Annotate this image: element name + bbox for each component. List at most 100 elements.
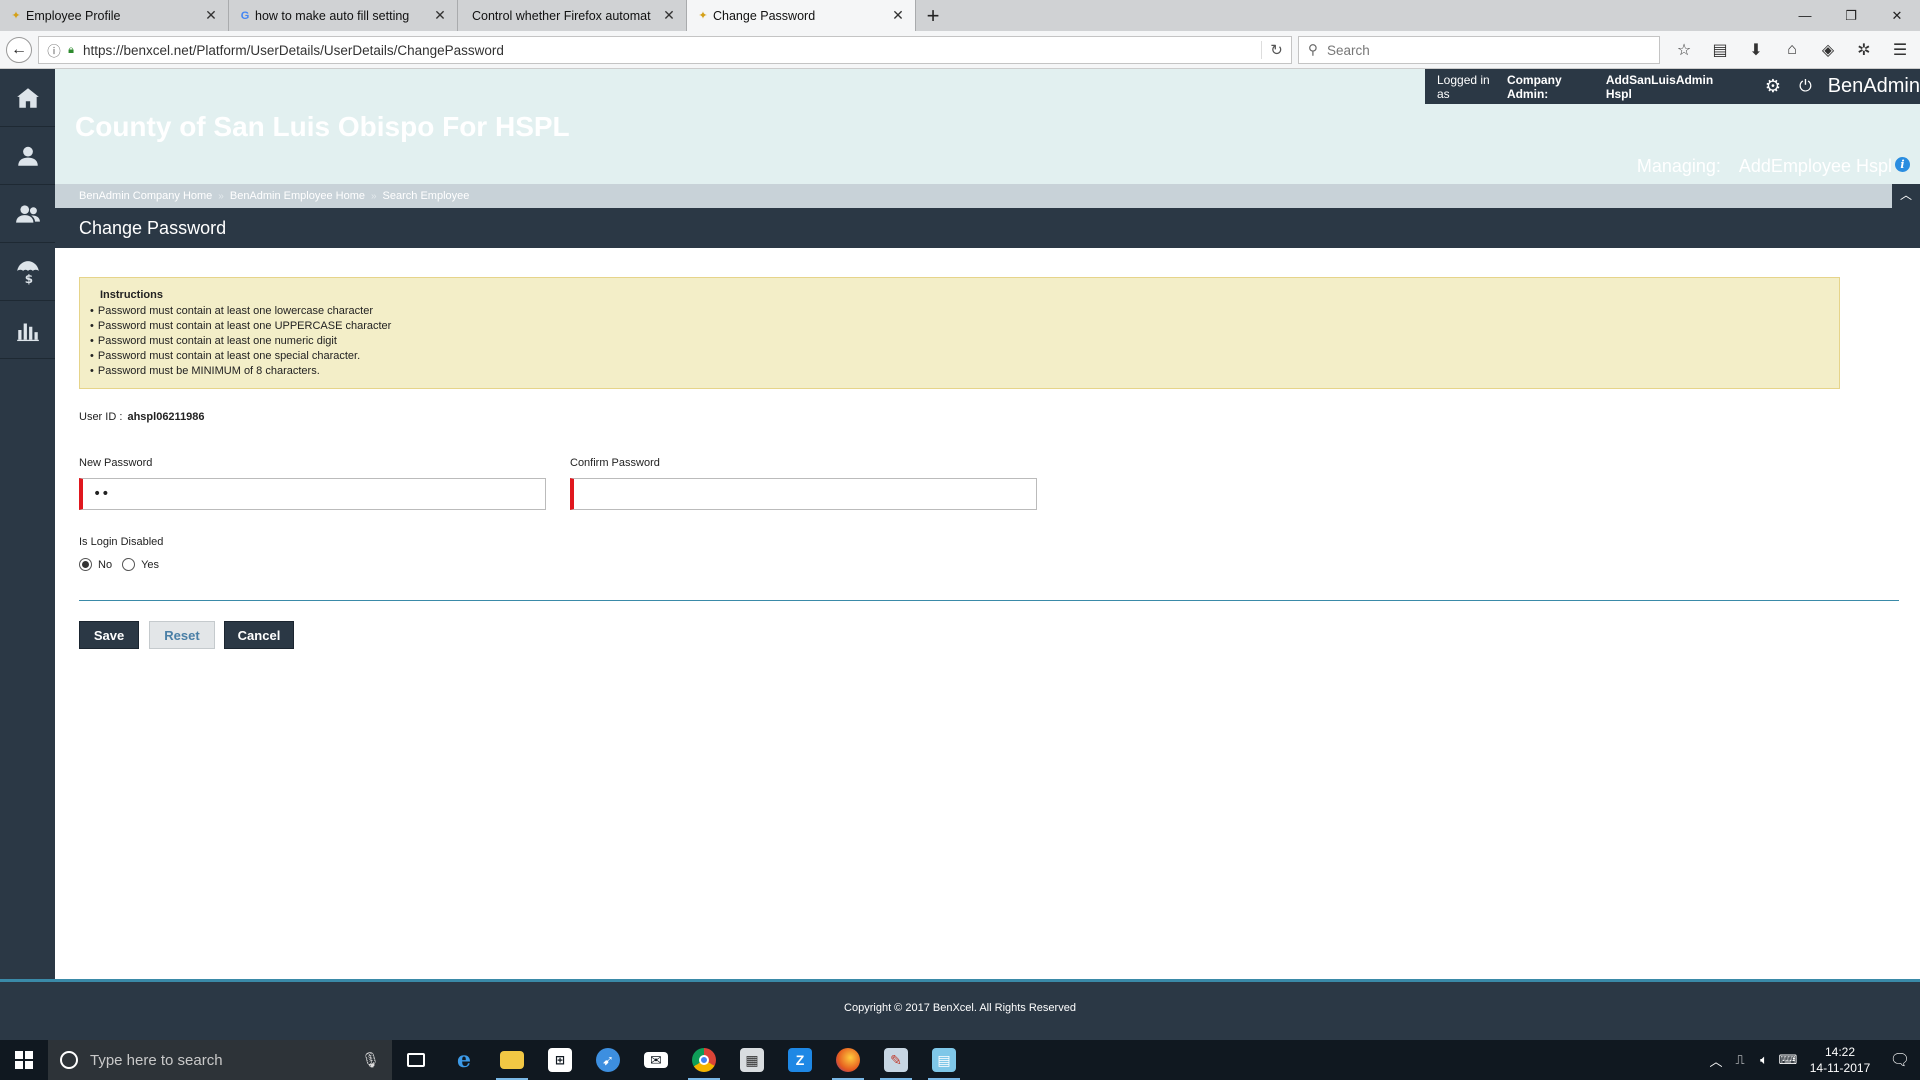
minimize-icon[interactable]: ― xyxy=(1782,0,1828,31)
chevron-up-icon[interactable]: ︿ xyxy=(1892,184,1920,208)
confirm-password-label: Confirm Password xyxy=(570,457,660,469)
user-id-row: User ID : ahspl06211986 xyxy=(79,411,205,423)
new-password-field[interactable]: •• xyxy=(79,478,546,510)
paint-icon[interactable]: ✎ xyxy=(872,1040,920,1080)
edge-icon[interactable]: e xyxy=(440,1040,488,1080)
reload-icon[interactable]: ↻ xyxy=(1261,41,1291,59)
managing-value[interactable]: AddEmployee Hspl xyxy=(1739,156,1892,177)
sidebar-item-employee[interactable] xyxy=(0,127,55,185)
restore-icon[interactable]: ❐ xyxy=(1828,0,1874,31)
system-tray: ︿ ⎍ 🔈︎ ⌨ 14:22 14-11-2017 🗨︎ xyxy=(1704,1040,1920,1080)
taskbar-search[interactable]: Type here to search 🎙︎ xyxy=(48,1040,392,1080)
managing-info: Managing: AddEmployee Hspl xyxy=(1637,156,1892,177)
sidebar-item-reports[interactable] xyxy=(0,301,55,359)
cancel-button[interactable]: Cancel xyxy=(224,621,294,649)
bookmark-star-icon[interactable]: ☆ xyxy=(1666,38,1702,62)
radio-no[interactable] xyxy=(79,558,92,571)
microphone-icon[interactable]: 🎙︎ xyxy=(361,1051,380,1069)
chevron-up-icon[interactable]: ︿ xyxy=(1704,1051,1728,1070)
bar-chart-icon xyxy=(16,323,39,341)
notifications-icon[interactable]: 🗨︎ xyxy=(1880,1050,1920,1070)
new-tab-button[interactable]: + xyxy=(916,0,950,31)
new-password-label: New Password xyxy=(79,457,153,469)
menu-hamburger-icon[interactable]: ☰ xyxy=(1882,38,1918,62)
instructions-title: Instructions xyxy=(100,289,163,301)
managing-label: Managing: xyxy=(1636,156,1721,176)
user-icon xyxy=(17,146,38,166)
save-button[interactable]: Save xyxy=(79,621,139,649)
login-disabled-label: Is Login Disabled xyxy=(79,536,164,548)
documents-icon[interactable]: ▦ xyxy=(728,1040,776,1080)
home-icon[interactable]: ⌂ xyxy=(1774,38,1810,62)
user-id-value: ahspl06211986 xyxy=(127,411,205,423)
close-icon[interactable]: ✕ xyxy=(891,7,905,24)
breadcrumb: BenAdmin Company Home » BenAdmin Employe… xyxy=(55,184,1920,208)
search-icon: ⚲ xyxy=(1308,42,1318,57)
extension-icon[interactable]: ✲ xyxy=(1846,38,1882,62)
pocket-icon[interactable]: ◈ xyxy=(1810,38,1846,62)
back-button[interactable]: ← xyxy=(6,37,32,63)
user-id-label: User ID : xyxy=(79,411,123,423)
gear-icon[interactable]: ⚙ xyxy=(1765,76,1781,97)
umbrella-dollar-icon: $ xyxy=(16,260,39,285)
safari-compass-icon[interactable]: ➹ xyxy=(584,1040,632,1080)
breadcrumb-search-employee[interactable]: Search Employee xyxy=(383,190,470,202)
file-explorer-icon[interactable] xyxy=(488,1040,536,1080)
radio-yes-label[interactable]: Yes xyxy=(141,559,159,571)
download-icon[interactable]: ⬇ xyxy=(1738,38,1774,62)
info-icon[interactable]: i xyxy=(1895,157,1910,172)
tab-google-search[interactable]: G how to make auto fill setting ✕ xyxy=(229,0,458,31)
tab-change-password[interactable]: ✦ Change Password ✕ xyxy=(687,0,916,31)
instruction-item: Password must contain at least one UPPER… xyxy=(90,319,1839,334)
benxcel-favicon-icon: ✦ xyxy=(698,10,708,22)
google-favicon-icon: G xyxy=(240,10,250,22)
mail-icon[interactable]: ✉ xyxy=(632,1040,680,1080)
firefox-icon[interactable] xyxy=(824,1040,872,1080)
url-bar[interactable]: ⓘ 🔒︎ https://benxcel.net/Platform/UserDe… xyxy=(38,36,1292,64)
brand-name: BenAdmin xyxy=(1827,75,1920,97)
start-button[interactable] xyxy=(0,1040,48,1080)
close-icon[interactable]: ✕ xyxy=(204,7,218,24)
volume-icon[interactable]: 🔈︎ xyxy=(1752,1052,1776,1068)
store-icon[interactable]: ⊞ xyxy=(536,1040,584,1080)
network-icon[interactable]: ⎍ xyxy=(1728,1052,1752,1068)
sidebar-item-home[interactable] xyxy=(0,69,55,127)
close-icon[interactable]: ✕ xyxy=(662,7,676,24)
browser-nav-bar: ← ⓘ 🔒︎ https://benxcel.net/Platform/User… xyxy=(0,31,1920,69)
close-icon[interactable]: ✕ xyxy=(433,7,447,24)
tab-employee-profile[interactable]: ✦ Employee Profile ✕ xyxy=(0,0,229,31)
footer: Copyright © 2017 BenXcel. All Rights Res… xyxy=(0,982,1920,1040)
tab-title: Employee Profile xyxy=(26,8,121,23)
tab-title: how to make auto fill setting xyxy=(255,8,410,23)
confirm-password-field[interactable] xyxy=(570,478,1037,510)
notepad-icon[interactable]: ▤ xyxy=(920,1040,968,1080)
browser-search-bar[interactable]: ⚲ Search xyxy=(1298,36,1660,64)
logged-in-user: AddSanLuisAdmin Hspl xyxy=(1605,72,1714,101)
close-window-icon[interactable]: ✕ xyxy=(1874,0,1920,31)
windows-logo-icon xyxy=(15,1051,33,1069)
instruction-item: Password must contain at least one speci… xyxy=(90,349,1839,364)
tab-firefox-autofill[interactable]: Control whether Firefox automat ✕ xyxy=(458,0,687,31)
svg-text:$: $ xyxy=(24,271,32,284)
breadcrumb-company-home[interactable]: BenAdmin Company Home xyxy=(79,190,212,202)
reader-list-icon[interactable]: ▤ xyxy=(1702,38,1738,62)
breadcrumb-employee-home[interactable]: BenAdmin Employee Home xyxy=(230,190,365,202)
app-sidebar: $ xyxy=(0,69,55,979)
keyboard-icon[interactable]: ⌨ xyxy=(1776,1052,1800,1068)
clock[interactable]: 14:22 14-11-2017 xyxy=(1800,1044,1880,1076)
sidebar-item-users[interactable] xyxy=(0,185,55,243)
sidebar-item-benefits[interactable]: $ xyxy=(0,243,55,301)
tab-title: Control whether Firefox automat xyxy=(472,8,651,23)
task-view-icon[interactable] xyxy=(392,1040,440,1080)
logged-in-prefix: Logged in as xyxy=(1437,72,1490,101)
reset-button[interactable]: Reset xyxy=(149,621,215,649)
chrome-icon[interactable] xyxy=(680,1040,728,1080)
windows-taskbar: Type here to search 🎙︎ e ⊞ ➹ ✉ ▦ Z ✎ ▤ ︿… xyxy=(0,1040,1920,1080)
clock-time: 14:22 xyxy=(1824,1045,1856,1059)
url-text[interactable]: https://benxcel.net/Platform/UserDetails… xyxy=(83,43,1261,58)
zoom-z-icon[interactable]: Z xyxy=(776,1040,824,1080)
radio-no-label[interactable]: No xyxy=(98,559,112,571)
radio-yes[interactable] xyxy=(122,558,136,571)
info-icon[interactable]: ⓘ xyxy=(45,40,63,60)
power-icon[interactable]: ⏻ xyxy=(1799,78,1812,96)
